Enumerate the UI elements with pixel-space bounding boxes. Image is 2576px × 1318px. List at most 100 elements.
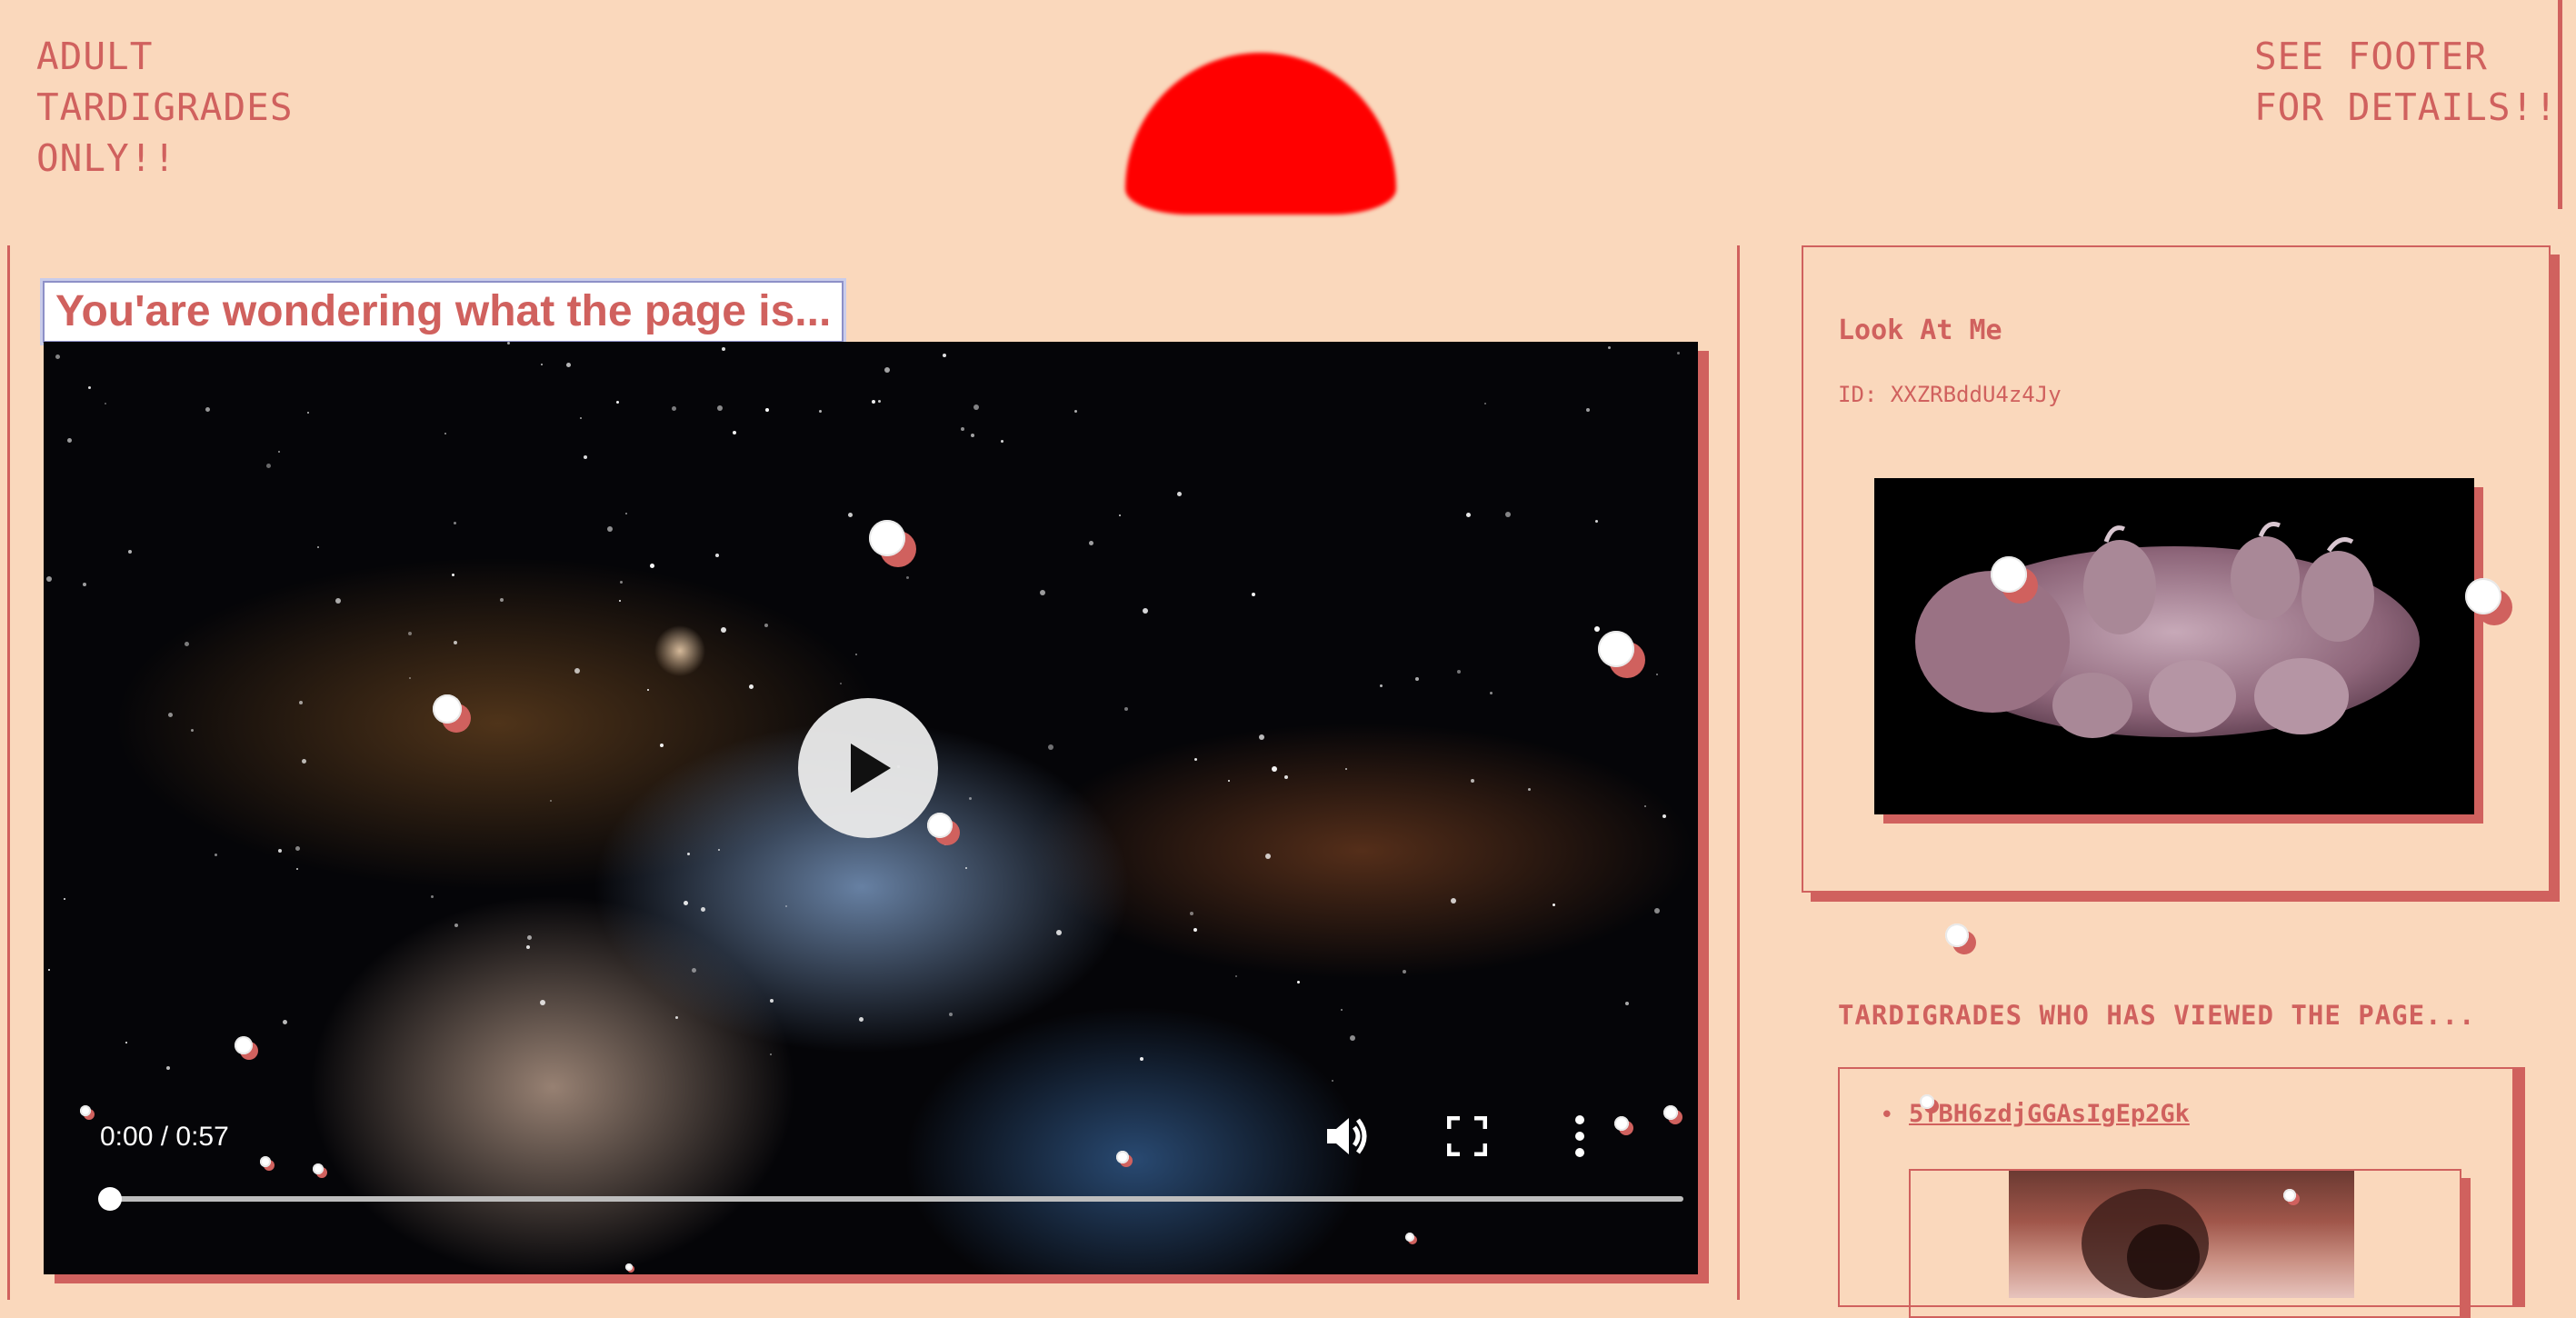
bubble-decoration [1663,1105,1683,1125]
bubble-dot [625,1263,633,1271]
bubble-dot [1920,1094,1934,1109]
star [215,854,217,856]
star [785,905,787,907]
seek-bar[interactable] [102,1196,1683,1202]
star [1350,1035,1355,1041]
star [687,853,690,855]
star [721,627,726,633]
star [317,546,319,548]
star [168,713,173,717]
current-time: 0:00 [100,1122,154,1152]
star [1586,408,1590,412]
star [1119,514,1121,516]
play-button[interactable] [798,698,938,838]
star [770,1053,772,1055]
star [295,846,300,851]
star [166,1066,170,1070]
video-time-readout: 0:00 / 0:57 [100,1122,229,1153]
star [67,438,72,443]
star [409,677,411,679]
star [46,576,52,582]
star [580,417,582,419]
viewer-link[interactable]: 5fBH6zdjGGAsIgEp2Gk [1909,1100,2190,1128]
star [454,641,457,644]
star [855,654,857,655]
star [1001,440,1003,443]
volume-icon[interactable] [1322,1111,1373,1162]
star [1553,904,1555,906]
star [620,581,623,584]
star [454,924,458,927]
star [541,364,543,365]
star [302,759,306,764]
star [1297,981,1300,984]
star [283,1020,287,1024]
star [872,400,875,404]
star [278,849,282,853]
star [1228,780,1230,782]
star [1677,352,1680,354]
bubble-decoration [1991,556,2040,605]
bubble-dot [80,1105,91,1116]
star [715,554,719,557]
bubble-dot [1991,556,2027,593]
star [444,433,446,434]
star [692,968,696,973]
star [584,455,587,459]
star [965,867,967,869]
star [1048,744,1053,750]
viewer-image [2009,1171,2354,1298]
star [1193,928,1197,932]
page-title[interactable]: You'are wondering what the page is... [40,278,847,345]
star [83,583,86,586]
star [48,969,50,971]
bubble-decoration [1116,1151,1133,1168]
star [191,729,194,732]
tardigrade-image [1874,478,2474,814]
fullscreen-icon[interactable] [1447,1116,1487,1156]
star [574,668,580,674]
star [1608,346,1611,349]
bubble-decoration [80,1105,95,1120]
star [185,642,189,646]
bubble-dot [235,1036,253,1054]
star [1056,930,1062,935]
star [527,935,532,940]
seek-handle[interactable] [98,1187,122,1211]
star [88,386,91,389]
star [205,407,210,412]
bubble-dot [1598,631,1634,667]
bubble-decoration [1598,631,1647,680]
star [943,354,946,357]
star [650,564,654,568]
star [1252,593,1255,596]
star [733,431,736,434]
star [859,1017,864,1022]
bubble-dot [2465,578,2501,614]
star [619,600,621,602]
star [1595,520,1598,523]
star [660,744,664,747]
star [296,868,298,870]
star [125,1042,127,1043]
star [1074,410,1077,413]
star [1194,758,1197,761]
star [969,797,972,800]
more-options-icon[interactable] [1573,1113,1587,1160]
video-player[interactable]: 0:00 / 0:57 [44,342,1698,1274]
header-left-text: ADULT TARDIGRADES ONLY!! [36,35,294,180]
star [1235,975,1237,977]
star [507,342,510,344]
star [1490,692,1493,694]
bubble-dot [313,1163,324,1174]
bubble-dot [1116,1151,1129,1163]
star [128,550,132,554]
star [961,427,964,431]
bubble-dot [2283,1189,2296,1202]
star [906,576,909,579]
star [55,354,60,359]
star [408,632,412,635]
star [1089,541,1093,545]
star [1380,684,1383,687]
star [1457,670,1461,674]
